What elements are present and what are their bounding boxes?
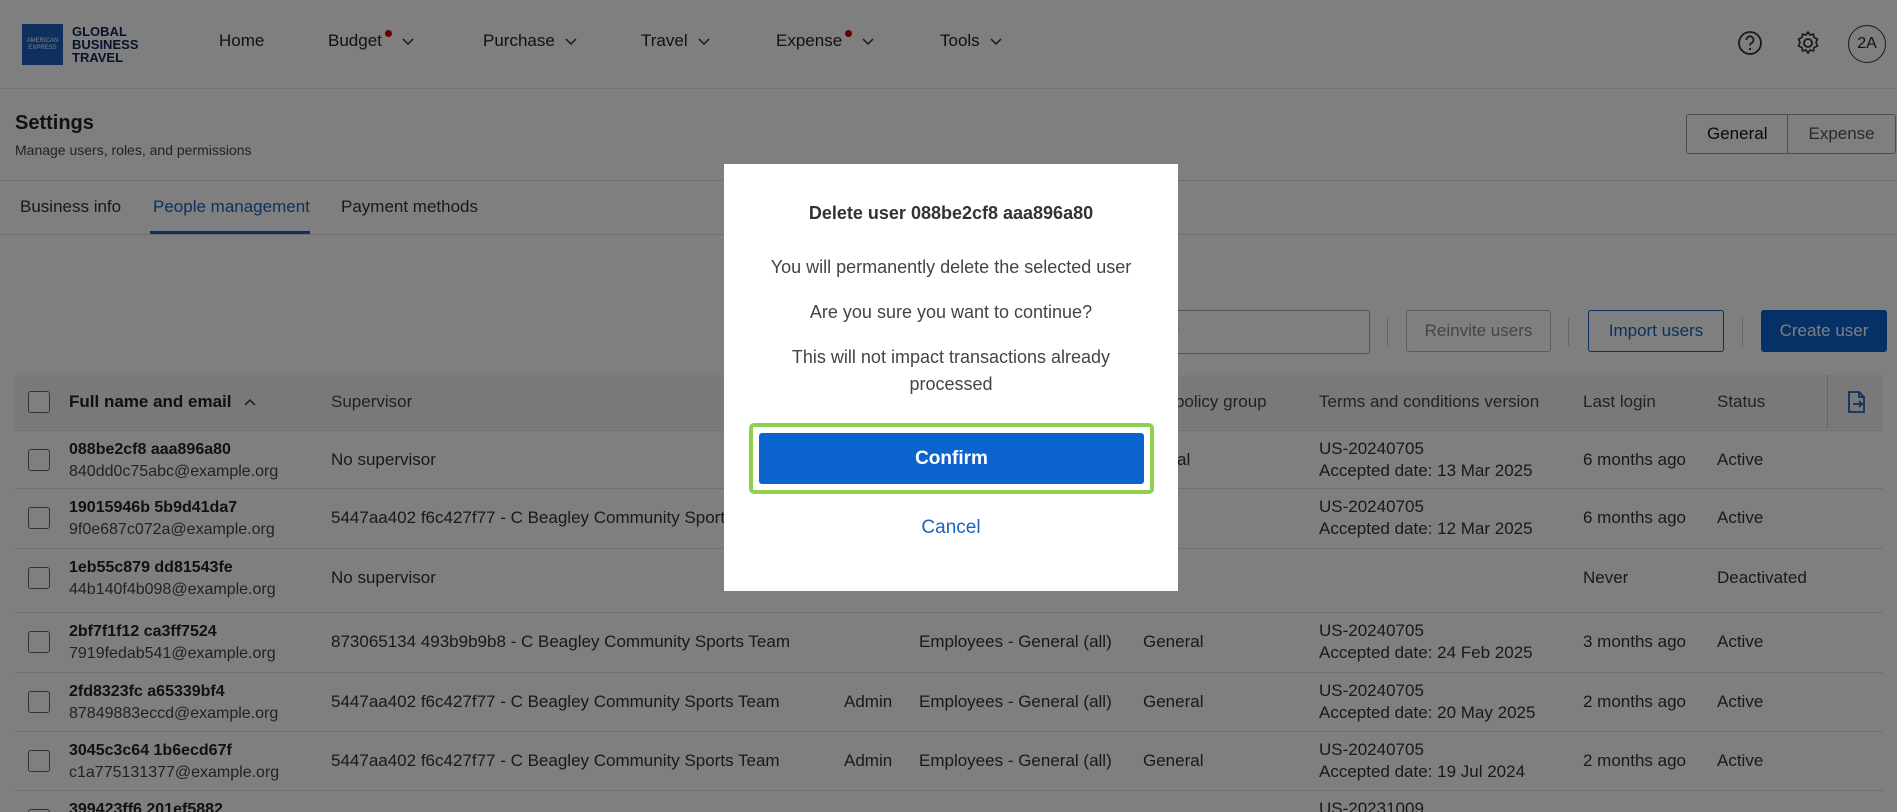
dialog-question: Are you sure you want to continue? (809, 302, 1093, 322)
dialog-title: Delete user 088be2cf8 aaa896a80 (808, 203, 1094, 223)
dialog-message: You will permanently delete the selected… (770, 257, 1132, 277)
confirm-focus-ring: Confirm (749, 423, 1154, 494)
confirm-button[interactable]: Confirm (759, 433, 1144, 484)
delete-user-dialog: Delete user 088be2cf8 aaa896a80 You will… (724, 164, 1178, 591)
dialog-note: This will not impact transactions alread… (791, 347, 1111, 394)
cancel-button[interactable]: Cancel (724, 517, 1178, 539)
